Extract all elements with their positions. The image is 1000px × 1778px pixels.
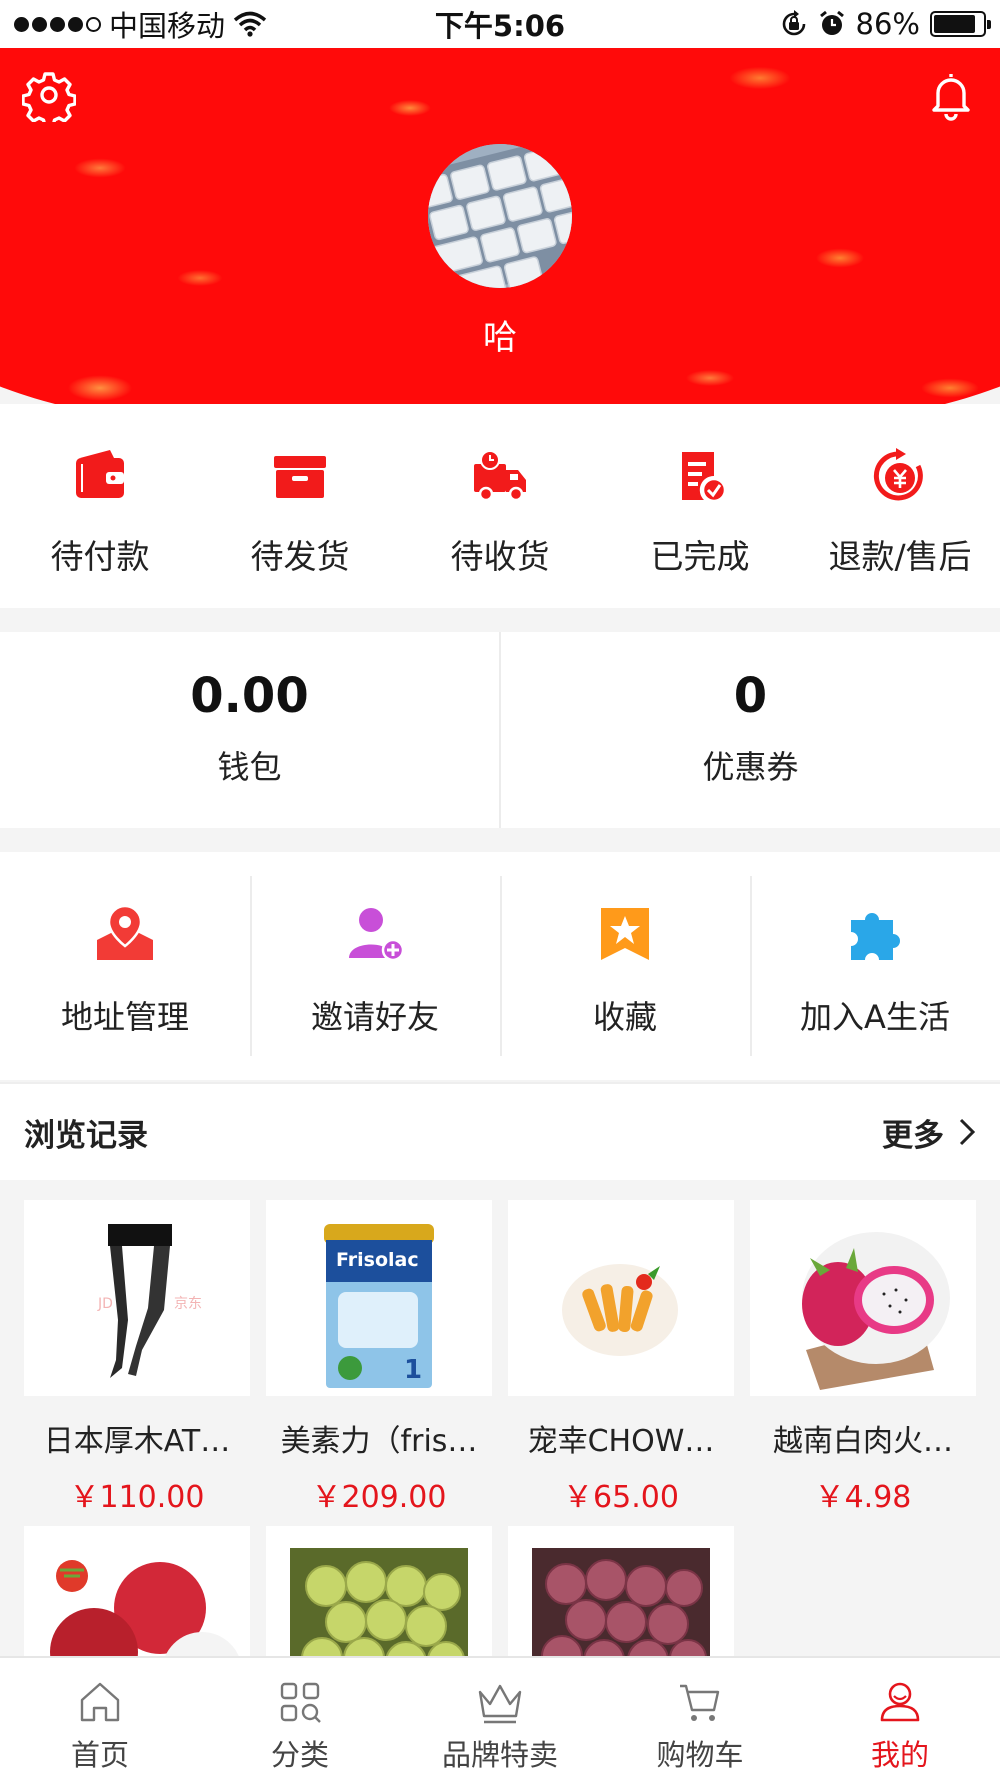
puzzle-icon	[851, 913, 900, 960]
browsing-history-header: 浏览记录 更多	[0, 1082, 1000, 1180]
checklist-icon	[682, 452, 727, 503]
keyboard-photo-image	[428, 144, 572, 288]
wallet-button[interactable]: 0.00 钱包	[0, 632, 499, 828]
order-label: 退款/售后	[828, 537, 972, 576]
svg-text:京东: 京东	[174, 1296, 202, 1312]
coupons-button[interactable]: 0 优惠券	[499, 632, 1000, 828]
profile-header: 哈	[0, 48, 1000, 404]
order-pending-receipt[interactable]: 待收货	[400, 404, 600, 608]
milk-powder-image: Frisolac 1	[266, 1200, 492, 1396]
product-card[interactable]: 越南白肉火… ￥4.98	[750, 1200, 976, 1515]
svg-text:1: 1	[404, 1355, 422, 1385]
status-bar: 中国移动 下午5:06 86%	[0, 0, 1000, 48]
gear-icon[interactable]	[22, 68, 76, 122]
product-card[interactable]: 宠幸CHOW… ￥65.00	[508, 1200, 734, 1515]
product-price: ￥110.00	[69, 1480, 205, 1515]
service-label: 邀请好友	[310, 998, 439, 1036]
dragon-fruit-image	[750, 1200, 976, 1396]
order-completed[interactable]: 已完成	[600, 404, 800, 608]
tab-brand-sale[interactable]: 品牌特卖	[400, 1658, 600, 1778]
refund-icon	[873, 448, 923, 501]
order-pending-payment[interactable]: 待付款	[0, 404, 200, 608]
product-card[interactable]: Frisolac 1 美素力（fris… ￥209.00	[266, 1200, 492, 1515]
invite-friends-button[interactable]: 邀请好友	[250, 852, 500, 1080]
tab-label: 购物车	[656, 1738, 744, 1772]
wallet-label: 钱包	[217, 748, 282, 786]
svg-text:Frisolac: Frisolac	[336, 1249, 419, 1271]
coupons-label: 优惠券	[702, 748, 799, 786]
svg-text:JD: JD	[97, 1296, 113, 1312]
avatar[interactable]	[428, 144, 572, 288]
fried-shrimp-image	[508, 1200, 734, 1396]
product-price: ￥209.00	[311, 1480, 447, 1515]
tab-profile[interactable]: 我的	[800, 1658, 1000, 1778]
wallet-icon	[76, 450, 124, 498]
add-user-icon	[349, 908, 405, 962]
home-icon	[80, 1682, 120, 1722]
tab-category[interactable]: 分类	[200, 1658, 400, 1778]
order-label: 待付款	[50, 537, 150, 576]
location-icon	[97, 904, 153, 960]
product-price: ￥4.98	[814, 1480, 912, 1515]
tab-label: 分类	[270, 1738, 329, 1772]
tab-home[interactable]: 首页	[0, 1658, 200, 1778]
order-pending-shipment[interactable]: 待发货	[200, 404, 400, 608]
signal-strength-icon	[14, 16, 101, 32]
chevron-right-icon	[959, 1118, 976, 1146]
tab-label: 我的	[870, 1738, 929, 1772]
product-name: 宠幸CHOW…	[527, 1424, 715, 1459]
bell-icon[interactable]	[924, 68, 978, 122]
more-button[interactable]: 更多	[882, 1110, 976, 1155]
wifi-icon	[233, 11, 267, 37]
services-row: 地址管理 邀请好友 收藏 加入A生活	[0, 852, 1000, 1080]
category-icon	[280, 1682, 321, 1723]
truck-icon	[474, 450, 526, 502]
product-name: 越南白肉火…	[773, 1424, 953, 1459]
service-label: 地址管理	[60, 998, 189, 1036]
wallet-row: 0.00 钱包 0 优惠券	[0, 632, 1000, 828]
section-title: 浏览记录	[24, 1117, 148, 1154]
profile-icon	[880, 1682, 920, 1722]
tab-label: 首页	[70, 1738, 129, 1772]
service-label: 加入A生活	[800, 998, 950, 1036]
status-left: 中国移动	[14, 3, 267, 45]
product-name: 美素力（fris…	[280, 1424, 478, 1459]
box-icon	[274, 456, 326, 498]
star-bookmark-icon	[601, 908, 649, 960]
crown-icon	[478, 1684, 522, 1724]
battery-percent: 86%	[855, 7, 920, 41]
favorites-button[interactable]: 收藏	[500, 852, 750, 1080]
username: 哈	[483, 318, 517, 358]
stockings-image: JD 京东	[24, 1200, 250, 1396]
tab-cart[interactable]: 购物车	[600, 1658, 800, 1778]
bottom-tab-bar: 首页 分类 品牌特卖 购物车 我的	[0, 1656, 1000, 1778]
cart-icon	[680, 1684, 720, 1721]
order-refund[interactable]: 退款/售后	[800, 404, 1000, 608]
status-right: 86%	[780, 7, 991, 41]
wallet-balance: 0.00	[190, 668, 309, 724]
product-price: ￥65.00	[563, 1480, 679, 1515]
order-label: 待收货	[450, 537, 550, 576]
order-label: 待发货	[250, 537, 350, 576]
order-status-row: 待付款 待发货 待收货 已完成 退款/售后	[0, 404, 1000, 608]
service-label: 收藏	[592, 998, 657, 1036]
more-label: 更多	[882, 1117, 944, 1154]
order-label: 已完成	[650, 537, 750, 576]
product-name: 日本厚木AT…	[43, 1424, 231, 1459]
carrier-name: 中国移动	[109, 9, 226, 43]
rotation-lock-icon	[782, 10, 805, 36]
join-a-life-button[interactable]: 加入A生活	[750, 852, 1000, 1080]
address-management-button[interactable]: 地址管理	[0, 852, 250, 1080]
coupon-count: 0	[733, 668, 768, 724]
tab-label: 品牌特卖	[441, 1738, 558, 1772]
battery-icon	[930, 11, 991, 37]
alarm-icon	[819, 10, 844, 35]
product-card[interactable]: JD 京东 日本厚木AT… ￥110.00	[24, 1200, 250, 1515]
